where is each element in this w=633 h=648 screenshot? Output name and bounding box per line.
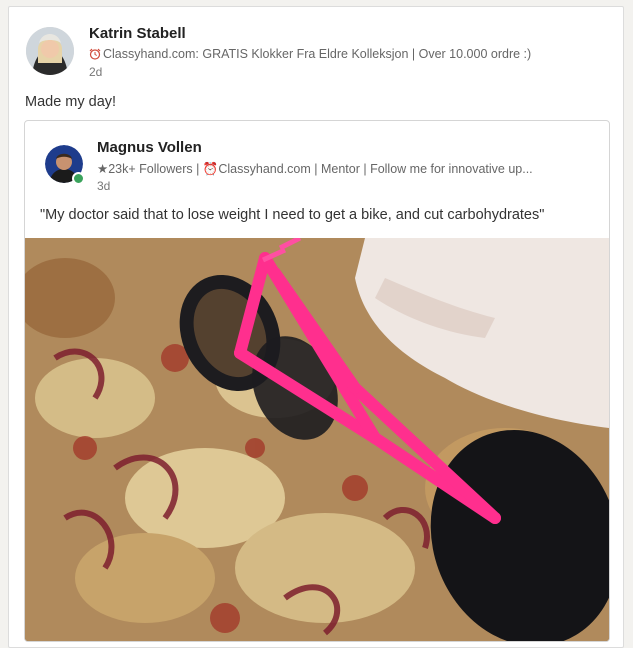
author-tagline: Classyhand.com: GRATIS Klokker Fra Eldre… bbox=[89, 47, 531, 63]
online-status-indicator bbox=[72, 172, 85, 185]
post-video[interactable] bbox=[25, 235, 609, 641]
author-name[interactable]: Katrin Stabell bbox=[89, 25, 186, 42]
shared-author-name[interactable]: Magnus Vollen bbox=[97, 139, 202, 156]
post-header: Katrin Stabell Classyhand.com: GRATIS Kl… bbox=[26, 25, 613, 85]
author-avatar[interactable] bbox=[26, 27, 74, 75]
shared-post-text: "My doctor said that to lose weight I ne… bbox=[40, 207, 545, 223]
post-time: 2d bbox=[89, 65, 103, 79]
shared-author-avatar[interactable] bbox=[45, 145, 85, 185]
author-tagline-text: Classyhand.com: GRATIS Klokker Fra Eldre… bbox=[103, 47, 532, 61]
post-text: Made my day! bbox=[25, 94, 117, 110]
shared-post[interactable]: Magnus Vollen ★23k+ Followers | ⏰Classyh… bbox=[24, 120, 610, 642]
alarm-clock-icon bbox=[89, 48, 101, 63]
shared-author-tagline: ★23k+ Followers | ⏰Classyhand.com | Ment… bbox=[97, 162, 533, 176]
shared-post-time: 3d bbox=[97, 179, 111, 193]
feed-post-card: Katrin Stabell Classyhand.com: GRATIS Kl… bbox=[8, 6, 624, 648]
